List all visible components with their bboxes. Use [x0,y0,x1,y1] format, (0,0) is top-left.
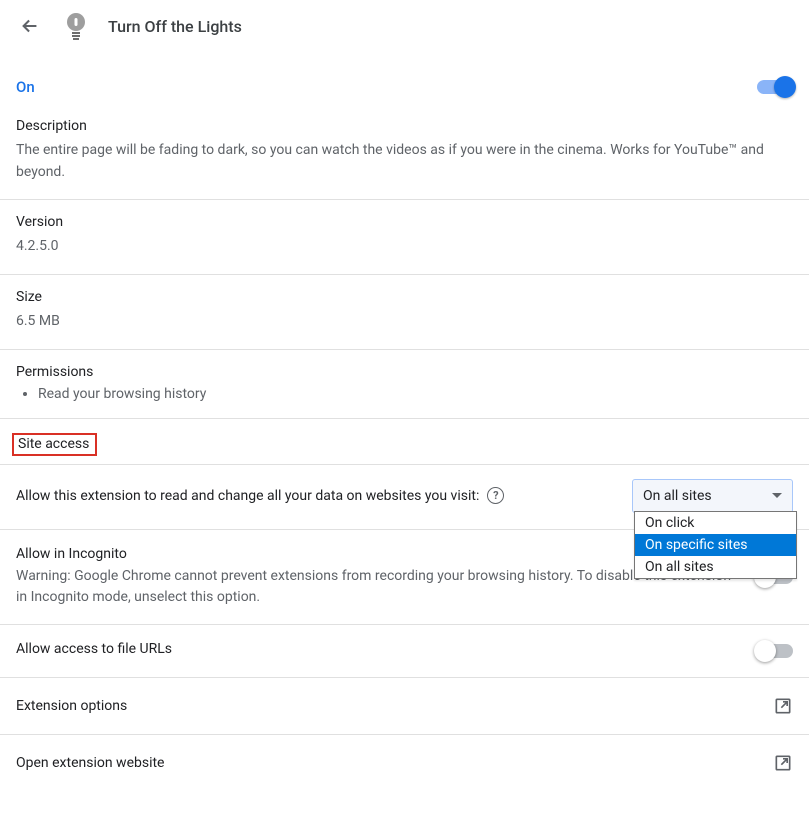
open-in-new-icon [773,753,793,773]
incognito-label: Allow in Incognito [16,546,733,562]
arrow-left-icon [19,15,41,37]
version-section: Version 4.2.5.0 [0,199,809,274]
site-access-dropdown: On click On specific sites On all sites [634,511,797,579]
permissions-label: Permissions [16,364,793,380]
chevron-down-icon [772,493,782,498]
site-access-row: Allow this extension to read and change … [0,464,809,529]
version-label: Version [16,214,793,230]
file-urls-label: Allow access to file URLs [16,641,733,657]
site-access-label: Site access [14,436,89,452]
back-button[interactable] [16,12,44,40]
toggle-knob [774,76,796,98]
incognito-desc: Warning: Google Chrome cannot prevent ex… [16,566,733,608]
extension-title: Turn Off the Lights [108,17,242,36]
lightbulb-icon [64,12,88,40]
site-access-selected: On all sites [643,488,712,504]
extension-website-label: Open extension website [16,755,164,771]
file-urls-toggle[interactable] [757,644,793,658]
header: Turn Off the Lights [0,0,809,50]
site-access-description: Allow this extension to read and change … [16,488,479,504]
dropdown-option-on-specific-sites[interactable]: On specific sites [635,534,796,556]
help-icon[interactable]: ? [487,487,504,504]
extension-website-row[interactable]: Open extension website [0,734,809,791]
dropdown-option-on-all-sites[interactable]: On all sites [635,556,796,578]
site-access-highlight-box: Site access [12,433,97,456]
open-in-new-icon [773,696,793,716]
file-urls-row: Allow access to file URLs [0,624,809,677]
status-row: On [0,50,809,118]
size-value: 6.5 MB [16,311,793,333]
extension-options-row[interactable]: Extension options [0,677,809,734]
extension-icon [62,12,90,40]
size-section: Size 6.5 MB [0,274,809,349]
version-value: 4.2.5.0 [16,236,793,258]
description-label: Description [16,118,793,134]
size-label: Size [16,289,793,305]
permissions-section: Permissions Read your browsing history [0,349,809,418]
permissions-list: Read your browsing history [38,386,793,402]
description-text: The entire page will be fading to dark, … [16,140,793,183]
status-label: On [16,78,35,96]
extension-options-label: Extension options [16,698,127,714]
site-access-header: Site access [0,418,809,464]
dropdown-option-on-click[interactable]: On click [635,512,796,534]
permission-item: Read your browsing history [38,386,793,402]
site-access-text: Allow this extension to read and change … [16,487,504,504]
toggle-knob [754,640,776,662]
description-section: Description The entire page will be fadi… [0,118,809,199]
status-toggle[interactable] [757,80,793,94]
site-access-select[interactable]: On all sites [632,479,793,513]
